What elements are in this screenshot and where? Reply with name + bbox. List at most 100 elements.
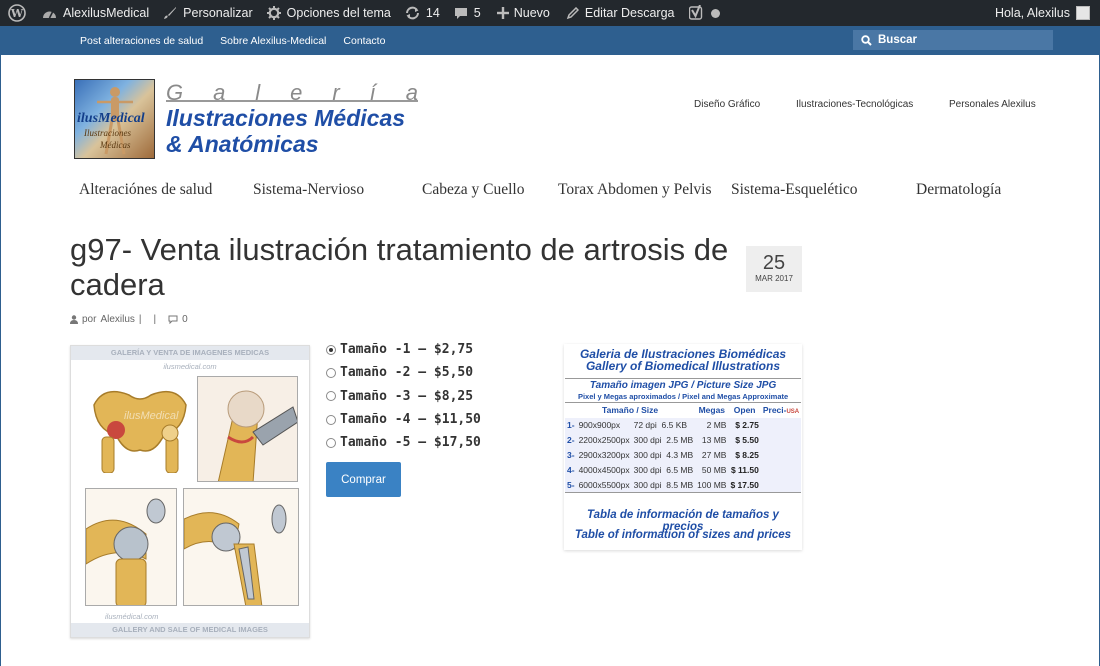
- price-table-heading-en: Gallery of Biomedical Illustrations: [585, 359, 781, 373]
- galeria-letter: a: [213, 80, 226, 105]
- radio[interactable]: [326, 437, 336, 448]
- page-frame-left: [0, 55, 1, 666]
- size-option-1[interactable]: Tamaño -1 – $2,75: [326, 338, 481, 361]
- dashboard-icon: [43, 11, 56, 19]
- greeting: Hola, Alexilus: [994, 6, 1070, 20]
- table-cell: $ 17.50: [730, 479, 759, 490]
- comments-count-link[interactable]: 0: [182, 314, 188, 325]
- price-table: Tamaño imagen JPG / Picture Size JPG Pix…: [565, 378, 802, 493]
- logo-divider: [166, 100, 418, 102]
- table-cell: 3-: [567, 450, 575, 460]
- main-menu-torax[interactable]: Torax Abdomen y Pelvis: [558, 181, 711, 199]
- top-menu-diseno[interactable]: Diseño Gráfico: [694, 99, 760, 110]
- search-placeholder: Buscar: [878, 34, 917, 46]
- main-menu-nervioso[interactable]: Sistema-Nervioso: [253, 181, 364, 199]
- nav-link-post-alteraciones[interactable]: Post alteraciones de salud: [80, 35, 203, 47]
- customize-link[interactable]: Personalizar: [155, 0, 258, 26]
- comments-link[interactable]: 5: [446, 0, 487, 26]
- new-content-menu[interactable]: Nuevo: [487, 0, 556, 26]
- product-image[interactable]: GALERÍA Y VENTA DE IMAGENES MEDICAS ilus…: [70, 345, 310, 638]
- author-link[interactable]: Alexilus: [100, 314, 134, 325]
- table-cell-text: 300 dpi: [633, 479, 662, 490]
- edit-download-label: Editar Descarga: [584, 6, 675, 20]
- column-header: Megas: [695, 402, 729, 418]
- size-option-label: Tamaño -5 – $17,50: [340, 435, 481, 451]
- logo-title[interactable]: Ilustraciones Médicas & Anatómicas: [166, 105, 405, 157]
- updates-link[interactable]: 14: [397, 0, 446, 26]
- main-menu-dermatologia[interactable]: Dermatología: [916, 181, 1001, 199]
- galeria-letter: l: [255, 80, 261, 105]
- nav-link-contacto[interactable]: Contacto: [343, 35, 385, 47]
- table-cell: 27 MB: [701, 450, 727, 460]
- galeria-letter: r: [332, 80, 340, 105]
- post-date-badge: 25 MAR 2017: [746, 246, 802, 292]
- main-menu-esqueletico[interactable]: Sistema-Esquelético: [731, 181, 858, 199]
- page-title: g97- Venta ilustración tratamiento de ar…: [70, 232, 729, 302]
- secondary-nav: Post alteraciones de salud Sobre Alexilu…: [0, 26, 1100, 55]
- table-cell: 1-: [567, 420, 575, 430]
- theme-options-link[interactable]: Opciones del tema: [259, 0, 397, 26]
- post-date-day: 25: [762, 252, 786, 274]
- size-option-label: Tamaño -1 – $2,75: [340, 342, 474, 358]
- comment-bubble-icon: [454, 7, 467, 19]
- table-cell-text: 4.3 MB: [666, 450, 694, 460]
- size-option-4[interactable]: Tamaño -4 – $11,50: [326, 408, 481, 431]
- product-image-footer-site: ilusmédical.com: [105, 612, 159, 621]
- edit-download-link[interactable]: Editar Descarga: [556, 0, 681, 26]
- table-cell-text: 6.5 KB: [661, 420, 688, 430]
- table-row: 1- 900x900px 72 dpi 6.5 KB 2 MB $ 2.75: [565, 418, 801, 433]
- wordpress-logo-icon[interactable]: W: [0, 0, 32, 26]
- radio[interactable]: [326, 414, 336, 425]
- site-name: AlexilusMedical: [63, 6, 150, 20]
- table-cell: 72 dpi 6.5 KB: [632, 418, 696, 433]
- buy-button[interactable]: Comprar: [326, 462, 401, 497]
- table-cell-text: 8.5 MB: [666, 479, 694, 490]
- table-cell: 50 MB: [701, 465, 727, 475]
- table-cell-text: 2.5 MB: [666, 435, 694, 445]
- table-cell: 2 MB: [706, 420, 727, 430]
- logo-image-text: ilusMedical: [77, 111, 145, 126]
- galeria-letter: a: [405, 80, 418, 105]
- customize-label: Personalizar: [183, 6, 253, 20]
- size-option-3[interactable]: Tamaño -3 – $8,25: [326, 385, 481, 408]
- product-image-watermark: ilusMedical: [124, 410, 179, 422]
- theme-options-label: Opciones del tema: [286, 6, 391, 20]
- table-cell: 300 dpi 2.5 MB: [632, 433, 696, 448]
- table-row: 3- 2900x3200px 300 dpi 4.3 MB 27 MB $ 8.…: [565, 448, 801, 463]
- nav-link-sobre[interactable]: Sobre Alexilus-Medical: [220, 35, 326, 47]
- size-option-5[interactable]: Tamaño -5 – $17,50: [326, 431, 481, 454]
- avatar: [1076, 6, 1090, 20]
- main-menu-alteraciones[interactable]: Alteraciónes de salud: [79, 181, 212, 199]
- radio[interactable]: [326, 391, 336, 402]
- pencil-icon: [566, 6, 579, 19]
- price-table-image[interactable]: Galeria de Ilustraciones Biomédicas Gall…: [564, 344, 802, 550]
- account-menu[interactable]: Hola, Alexilus: [995, 0, 1090, 26]
- table-cell: 300 dpi 4.3 MB: [632, 448, 696, 463]
- size-option-label: Tamaño -3 – $8,25: [340, 388, 474, 404]
- yoast-seo-menu[interactable]: [681, 0, 726, 26]
- table-cell: 4000x4500px: [578, 465, 630, 475]
- radio[interactable]: [326, 367, 336, 378]
- table-cell: 6000x5500px: [578, 479, 630, 490]
- column-header: Preci-USA: [760, 402, 802, 418]
- admin-bar: W AlexilusMedical Personalizar Opciones …: [0, 0, 1100, 26]
- size-option-2[interactable]: Tamaño -2 – $5,50: [326, 361, 481, 384]
- main-menu-cabeza[interactable]: Cabeza y Cuello: [422, 181, 524, 199]
- comments-count: 5: [473, 6, 481, 20]
- gear-icon: [266, 6, 281, 20]
- top-menu-ilustraciones[interactable]: Ilustraciones-Tecnológicas: [796, 99, 913, 110]
- yoast-icon: [688, 5, 702, 20]
- table-cell-text: 72 dpi: [633, 420, 657, 430]
- size-option-label: Tamaño -2 – $5,50: [340, 365, 474, 381]
- table-cell: 100 MB: [697, 479, 727, 490]
- top-menu-personales[interactable]: Personales Alexilus: [949, 99, 1036, 110]
- table-cell: 2-: [567, 435, 575, 445]
- table-cell: $ 8.25: [735, 450, 759, 460]
- column-header-currency: USA: [786, 409, 800, 416]
- table-cell: 300 dpi 8.5 MB: [632, 478, 696, 493]
- updates-icon: [405, 6, 419, 20]
- site-logo-image[interactable]: ilusMedical Ilustraciones Médicas: [74, 79, 155, 159]
- search-input[interactable]: Buscar: [853, 30, 1053, 50]
- site-name-menu[interactable]: AlexilusMedical: [32, 0, 155, 26]
- radio-selected[interactable]: [326, 344, 336, 355]
